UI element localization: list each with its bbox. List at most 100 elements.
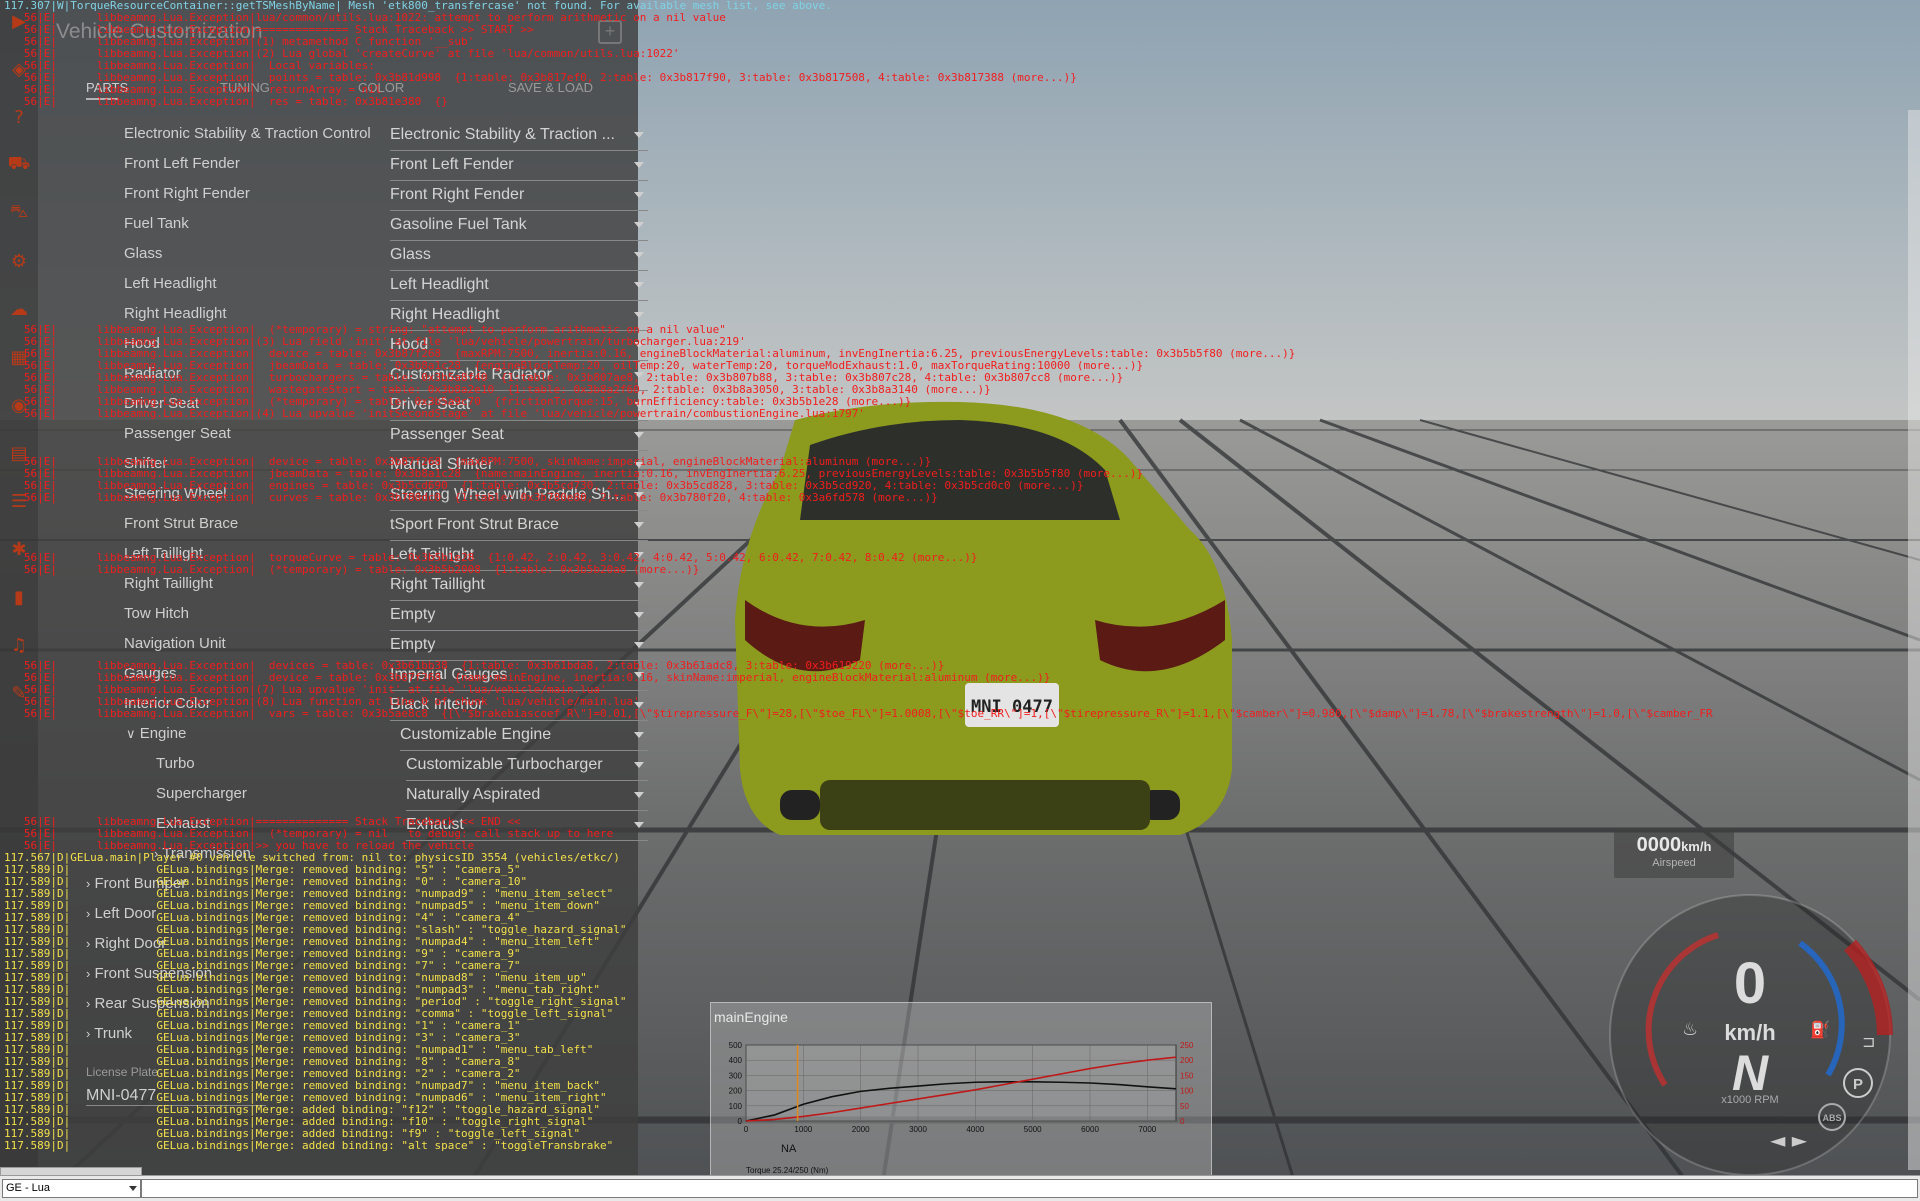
film-icon[interactable]: ▦: [6, 344, 32, 370]
slot-select[interactable]: Empty: [390, 636, 648, 661]
slot-select[interactable]: Front Left Fender: [390, 156, 648, 181]
slot-select[interactable]: Front Right Fender: [390, 186, 648, 211]
slot-select[interactable]: Right Taillight: [390, 576, 648, 601]
bug-icon[interactable]: ✱: [6, 536, 32, 562]
collapsed-group[interactable]: › Front Suspension: [86, 965, 212, 982]
tab-parts[interactable]: PARTS: [86, 80, 128, 95]
slot-select[interactable]: Left Taillight: [390, 546, 648, 571]
tab-tuning[interactable]: TUNING: [220, 80, 270, 95]
engine-graph-window[interactable]: mainEngine 0 100 200 300 400 500 0 50 100 150 200 2…: [710, 1002, 1212, 1180]
engine-subslot-select[interactable]: Customizable Turbocharger: [406, 756, 648, 781]
chart-icon[interactable]: ▮: [6, 584, 32, 610]
speedometer-gauge: 0 km/h N x1000 RPM P ABS ◄ ► ⊐ ♨ ⛽: [1609, 894, 1893, 1176]
headphones-icon[interactable]: ♫: [6, 632, 32, 658]
slot-label: Glass: [124, 245, 163, 262]
chevron-down-icon: [634, 432, 644, 438]
engine-select[interactable]: Customizable Engine: [400, 726, 648, 751]
slot-label: Left Headlight: [124, 275, 217, 292]
chevron-right-icon: ›: [86, 906, 91, 921]
slot-select-value: Electronic Stability & Traction ...: [390, 126, 615, 143]
collapsed-group-label: Transmission: [162, 845, 251, 862]
chevron-down-icon: ∨: [126, 726, 136, 741]
chevron-down-icon: [634, 642, 644, 648]
slot-label: Radiator: [124, 365, 181, 382]
calendar-icon[interactable]: ▤: [6, 440, 32, 466]
slot-select[interactable]: Driver Seat: [390, 396, 648, 421]
y2-tick-label: 50: [1180, 1102, 1189, 1111]
camera-icon[interactable]: ◉: [6, 392, 32, 418]
slot-select[interactable]: Manual Shifter: [390, 456, 648, 481]
collapsed-group[interactable]: › Left Door: [86, 905, 156, 922]
lua-context-select[interactable]: GE - Lua: [2, 1179, 141, 1198]
collapsed-group[interactable]: › Right Door: [86, 935, 166, 952]
airspeed-value: 0000: [1636, 834, 1682, 856]
slot-label: Right Headlight: [124, 305, 227, 322]
slot-label: Front Right Fender: [124, 185, 250, 202]
play-icon[interactable]: ▶: [6, 8, 32, 34]
chevron-down-icon: [634, 492, 644, 498]
slot-select[interactable]: Customizable Radiator: [390, 366, 648, 391]
chevron-down-icon: [634, 312, 644, 318]
slot-select[interactable]: Electronic Stability & Traction ...: [390, 126, 648, 151]
collapsed-group[interactable]: › Transmission: [154, 845, 251, 862]
slot-select-value: Right Headlight: [390, 306, 500, 323]
graph-na-label: NA: [781, 1143, 797, 1155]
help-icon[interactable]: ?: [6, 104, 32, 130]
parking-brake-indicator: P: [1853, 1076, 1863, 1093]
engine-group-toggle[interactable]: ∨ Engine: [126, 725, 186, 742]
x-tick-label: 2000: [852, 1125, 870, 1134]
chevron-down-icon: [634, 192, 644, 198]
cloud-icon[interactable]: ☁: [6, 296, 32, 322]
command-input[interactable]: [141, 1179, 1918, 1198]
slot-label: Hood: [124, 335, 160, 352]
slot-select[interactable]: Passenger Seat: [390, 426, 648, 451]
lua-context-value: GE - Lua: [6, 1182, 51, 1194]
console-vertical-scrollbar[interactable]: [1908, 110, 1920, 1170]
speed-value: 0: [1734, 951, 1766, 1016]
engine-subslot-select[interactable]: Naturally Aspirated: [406, 786, 648, 811]
chevron-right-icon: ›: [86, 996, 91, 1011]
add-button[interactable]: +: [598, 20, 622, 44]
gear-icon[interactable]: ⚙: [6, 248, 32, 274]
slot-label: Left Taillight: [124, 545, 203, 562]
truck-icon[interactable]: ⛟: [6, 152, 32, 178]
slot-label: Fuel Tank: [124, 215, 189, 232]
abs-indicator: ABS: [1822, 1113, 1841, 1123]
slot-select[interactable]: Imperial Gauges: [390, 666, 648, 691]
rpm-label: x1000 RPM: [1721, 1094, 1778, 1106]
chevron-down-icon: [634, 552, 644, 558]
collapsed-group[interactable]: › Trunk: [86, 1025, 132, 1042]
y2-tick-label: 250: [1180, 1041, 1194, 1050]
fuel-icon: ⛽: [1810, 1020, 1830, 1039]
signature-icon[interactable]: ✎: [6, 680, 32, 706]
slot-select-value: tSport Front Strut Brace: [390, 516, 559, 533]
airspeed-unit: km/h: [1681, 839, 1712, 854]
license-plate-input[interactable]: MNI-0477: [86, 1087, 266, 1106]
slot-select[interactable]: Glass: [390, 246, 648, 271]
active-tab-underline: [86, 98, 118, 100]
engine-select-value: Customizable Engine: [400, 726, 552, 743]
slot-select[interactable]: Black Interior: [390, 696, 648, 721]
tab-save-load[interactable]: SAVE & LOAD: [508, 80, 593, 95]
slot-select[interactable]: tSport Front Strut Brace: [390, 516, 648, 541]
slot-select[interactable]: Empty: [390, 606, 648, 631]
slot-select-value: Empty: [390, 606, 436, 623]
collapsed-group[interactable]: › Front Bumper: [86, 875, 186, 892]
slot-select[interactable]: Steering Wheel with Paddle Sh...: [390, 486, 648, 511]
y-tick-label: 200: [729, 1087, 743, 1096]
sliders-icon[interactable]: ☰: [6, 488, 32, 514]
cube-icon[interactable]: ◈: [6, 56, 32, 82]
x-tick-label: 3000: [909, 1125, 927, 1134]
airspeed-label: Airspeed: [1652, 857, 1696, 869]
slot-select[interactable]: Left Headlight: [390, 276, 648, 301]
slot-select[interactable]: Hood: [390, 336, 648, 361]
car-icon[interactable]: ⛍: [6, 200, 32, 226]
collapsed-group[interactable]: › Rear Suspension: [86, 995, 210, 1012]
x-tick-label: 0: [744, 1125, 749, 1134]
tab-color[interactable]: COLOR: [358, 80, 404, 95]
slot-select-value: Gasoline Fuel Tank: [390, 216, 527, 233]
engine-subslot-select[interactable]: Exhaust: [406, 816, 648, 841]
slot-select[interactable]: Gasoline Fuel Tank: [390, 216, 648, 241]
engine-subslot-label: Supercharger: [156, 785, 247, 802]
slot-select[interactable]: Right Headlight: [390, 306, 648, 331]
